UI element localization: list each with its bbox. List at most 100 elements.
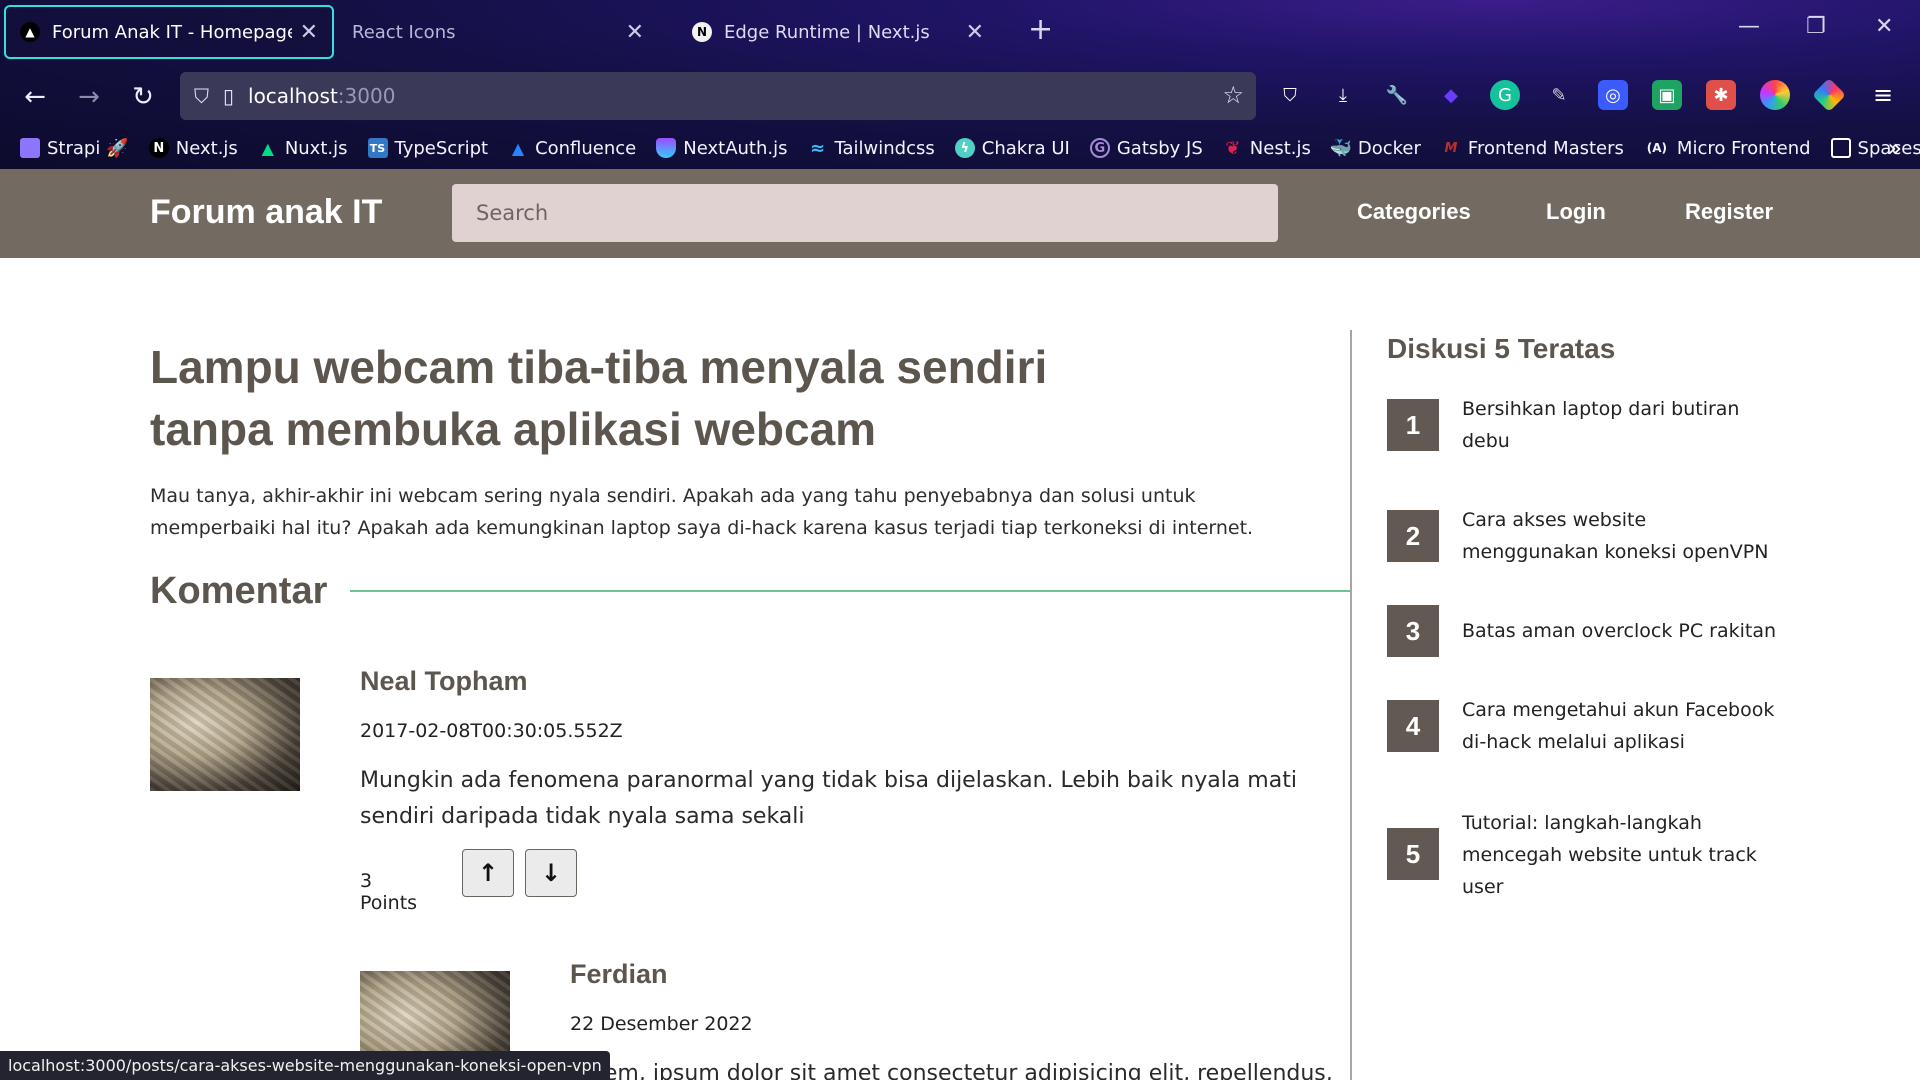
- bookmark-label: TypeScript: [394, 137, 489, 159]
- bookmark-nextauth[interactable]: NextAuth.js: [656, 138, 788, 159]
- frontend-masters-icon: M: [1444, 140, 1458, 156]
- arrow-down-icon: ↓: [540, 859, 562, 887]
- minimize-icon[interactable]: —: [1738, 14, 1760, 39]
- bookmark-label: Next.js: [175, 137, 238, 159]
- tab-edge-runtime[interactable]: N Edge Runtime | Next.js ✕: [678, 5, 998, 59]
- gatsby-icon: G: [1089, 138, 1110, 158]
- top-discussion-title[interactable]: Bersihkan laptop dari butiran debu: [1462, 393, 1782, 457]
- tab-bar: ▲ Forum Anak IT - Homepage ✕ React Icons…: [0, 0, 1920, 68]
- post-title: Lampu webcam tiba-tiba menyala sendiri t…: [150, 341, 1048, 455]
- bookmark-label: Confluence: [535, 137, 637, 159]
- site-brand[interactable]: Forum anak IT: [150, 193, 382, 232]
- star-icon[interactable]: ☆: [1222, 81, 1244, 109]
- nav-categories[interactable]: Categories: [1357, 199, 1471, 225]
- top-discussion-title[interactable]: Cara akses website menggunakan koneksi o…: [1462, 504, 1782, 568]
- sidebar-divider: [1350, 330, 1352, 1080]
- upvote-button[interactable]: ↑: [462, 849, 514, 897]
- nav-login[interactable]: Login: [1546, 199, 1606, 225]
- forward-icon[interactable]: →: [70, 78, 108, 116]
- comment-author: Neal Topham: [360, 666, 528, 696]
- top-discussion-title[interactable]: Tutorial: langkah-langkah mencegah websi…: [1462, 807, 1782, 903]
- tailwind-icon: ≈: [809, 137, 826, 159]
- bookmark-chakra-ui[interactable]: ϟ Chakra UI: [954, 137, 1070, 159]
- rank-badge: 3: [1387, 605, 1439, 657]
- chevron-double-right-icon[interactable]: »: [1887, 134, 1902, 162]
- tab-title: React Icons: [352, 21, 456, 43]
- nextauth-icon: [656, 138, 677, 158]
- chakra-icon: ϟ: [954, 138, 975, 158]
- bookmark-spaces[interactable]: Spaces: [1830, 138, 1920, 159]
- folder-icon: [1830, 138, 1851, 158]
- arrow-up-icon: ↑: [477, 859, 499, 887]
- bookmark-label: Gatsby JS: [1116, 137, 1203, 159]
- extension-red-icon[interactable]: ✱: [1706, 80, 1736, 110]
- reload-icon[interactable]: ↻: [124, 78, 162, 116]
- bookmark-gatsby[interactable]: G Gatsby JS: [1089, 137, 1203, 159]
- wrench-icon[interactable]: 🔧: [1382, 80, 1412, 110]
- download-icon[interactable]: ⤓: [1328, 80, 1358, 110]
- close-icon[interactable]: ✕: [626, 20, 644, 45]
- tab-react-icons[interactable]: React Icons ✕: [338, 5, 658, 59]
- top-discussion-title[interactable]: Cara mengetahui akun Facebook di-hack me…: [1462, 694, 1782, 758]
- back-icon[interactable]: ←: [16, 78, 54, 116]
- typescript-icon: TS: [367, 138, 388, 158]
- tab-title: Edge Runtime | Next.js: [724, 21, 930, 43]
- search-input[interactable]: [452, 184, 1278, 242]
- rank-badge: 5: [1387, 828, 1439, 880]
- avatar: [150, 678, 300, 791]
- bookmark-confluence[interactable]: ▲ Confluence: [508, 138, 636, 159]
- restore-icon[interactable]: ❐: [1806, 14, 1826, 39]
- downvote-button[interactable]: ↓: [525, 849, 577, 897]
- link-status-bar: localhost:3000/posts/cara-akses-website-…: [0, 1051, 610, 1080]
- bookmark-micro-frontend[interactable]: (A) Micro Frontend: [1644, 138, 1811, 159]
- nextjs-icon: N: [692, 22, 712, 42]
- address-bar[interactable]: ⛉ ▯ localhost:3000 ☆: [180, 72, 1256, 120]
- bookmark-label: Docker: [1357, 137, 1421, 159]
- sidebar-title: Diskusi 5 Teratas: [1387, 333, 1616, 364]
- comment-author: Ferdian: [570, 959, 668, 989]
- new-tab-button[interactable]: +: [1028, 12, 1053, 47]
- window-close-icon[interactable]: ✕: [1875, 14, 1893, 39]
- url-text[interactable]: localhost:3000: [248, 84, 395, 108]
- bookmark-strapi[interactable]: Strapi 🚀: [20, 138, 129, 159]
- rank-badge: 4: [1387, 700, 1439, 752]
- bookmark-docker[interactable]: 🐳 Docker: [1330, 137, 1421, 159]
- extension-diamond-icon[interactable]: ◆: [1436, 80, 1466, 110]
- bookmark-frontend-masters[interactable]: M Frontend Masters: [1441, 138, 1623, 159]
- pocket-icon[interactable]: ⛉: [1275, 80, 1305, 110]
- nuxt-icon: ▲: [261, 138, 274, 158]
- bookmark-label: Chakra UI: [981, 137, 1070, 159]
- strapi-icon: [20, 138, 40, 158]
- comment-date: 2017-02-08T00:30:05.552Z: [360, 720, 623, 742]
- close-icon[interactable]: ✕: [300, 20, 318, 45]
- menu-icon[interactable]: ≡: [1868, 80, 1898, 110]
- confluence-icon: ▲: [511, 138, 525, 158]
- nextjs-icon: N: [148, 138, 169, 158]
- extension-eye-icon[interactable]: ◎: [1598, 80, 1628, 110]
- nav-register[interactable]: Register: [1685, 199, 1773, 225]
- bookmark-nestjs[interactable]: ❦ Nest.js: [1223, 138, 1311, 159]
- bookmark-label: Tailwindcss: [834, 137, 935, 159]
- bookmark-label: Micro Frontend: [1676, 137, 1811, 159]
- top-discussion-title[interactable]: Batas aman overclock PC rakitan: [1462, 615, 1782, 647]
- tab-forum-anak-it[interactable]: ▲ Forum Anak IT - Homepage ✕: [4, 5, 334, 59]
- micro-frontend-icon: (A): [1646, 141, 1668, 155]
- bookmark-nextjs[interactable]: N Next.js: [148, 137, 238, 159]
- extension-green-icon[interactable]: ▣: [1652, 80, 1682, 110]
- rocket-icon: 🚀: [106, 137, 129, 159]
- shield-icon[interactable]: ⛉: [194, 84, 209, 108]
- comment-text: Mungkin ada fenomena paranormal yang tid…: [360, 768, 1297, 829]
- close-icon[interactable]: ✕: [966, 20, 984, 45]
- comments-divider: [350, 590, 1350, 592]
- browser-chrome: ▲ Forum Anak IT - Homepage ✕ React Icons…: [0, 0, 1920, 169]
- pen-icon[interactable]: ✎: [1544, 80, 1574, 110]
- bookmark-nuxtjs[interactable]: ▲ Nuxt.js: [258, 138, 348, 159]
- bookmark-tailwindcss[interactable]: ≈ Tailwindcss: [808, 138, 935, 159]
- extension-color-icon[interactable]: [1812, 78, 1846, 112]
- grammarly-icon[interactable]: G: [1490, 80, 1520, 110]
- bookmark-typescript[interactable]: TS TypeScript: [367, 137, 489, 159]
- tab-title: Forum Anak IT - Homepage: [52, 21, 292, 43]
- nav-bar: ← → ↻ ⛉ ▯ localhost:3000 ☆ ⛉ ⤓ 🔧 ◆ G ✎ ◎…: [0, 68, 1920, 126]
- nestjs-icon: ❦: [1225, 137, 1241, 159]
- color-picker-icon[interactable]: [1760, 80, 1790, 110]
